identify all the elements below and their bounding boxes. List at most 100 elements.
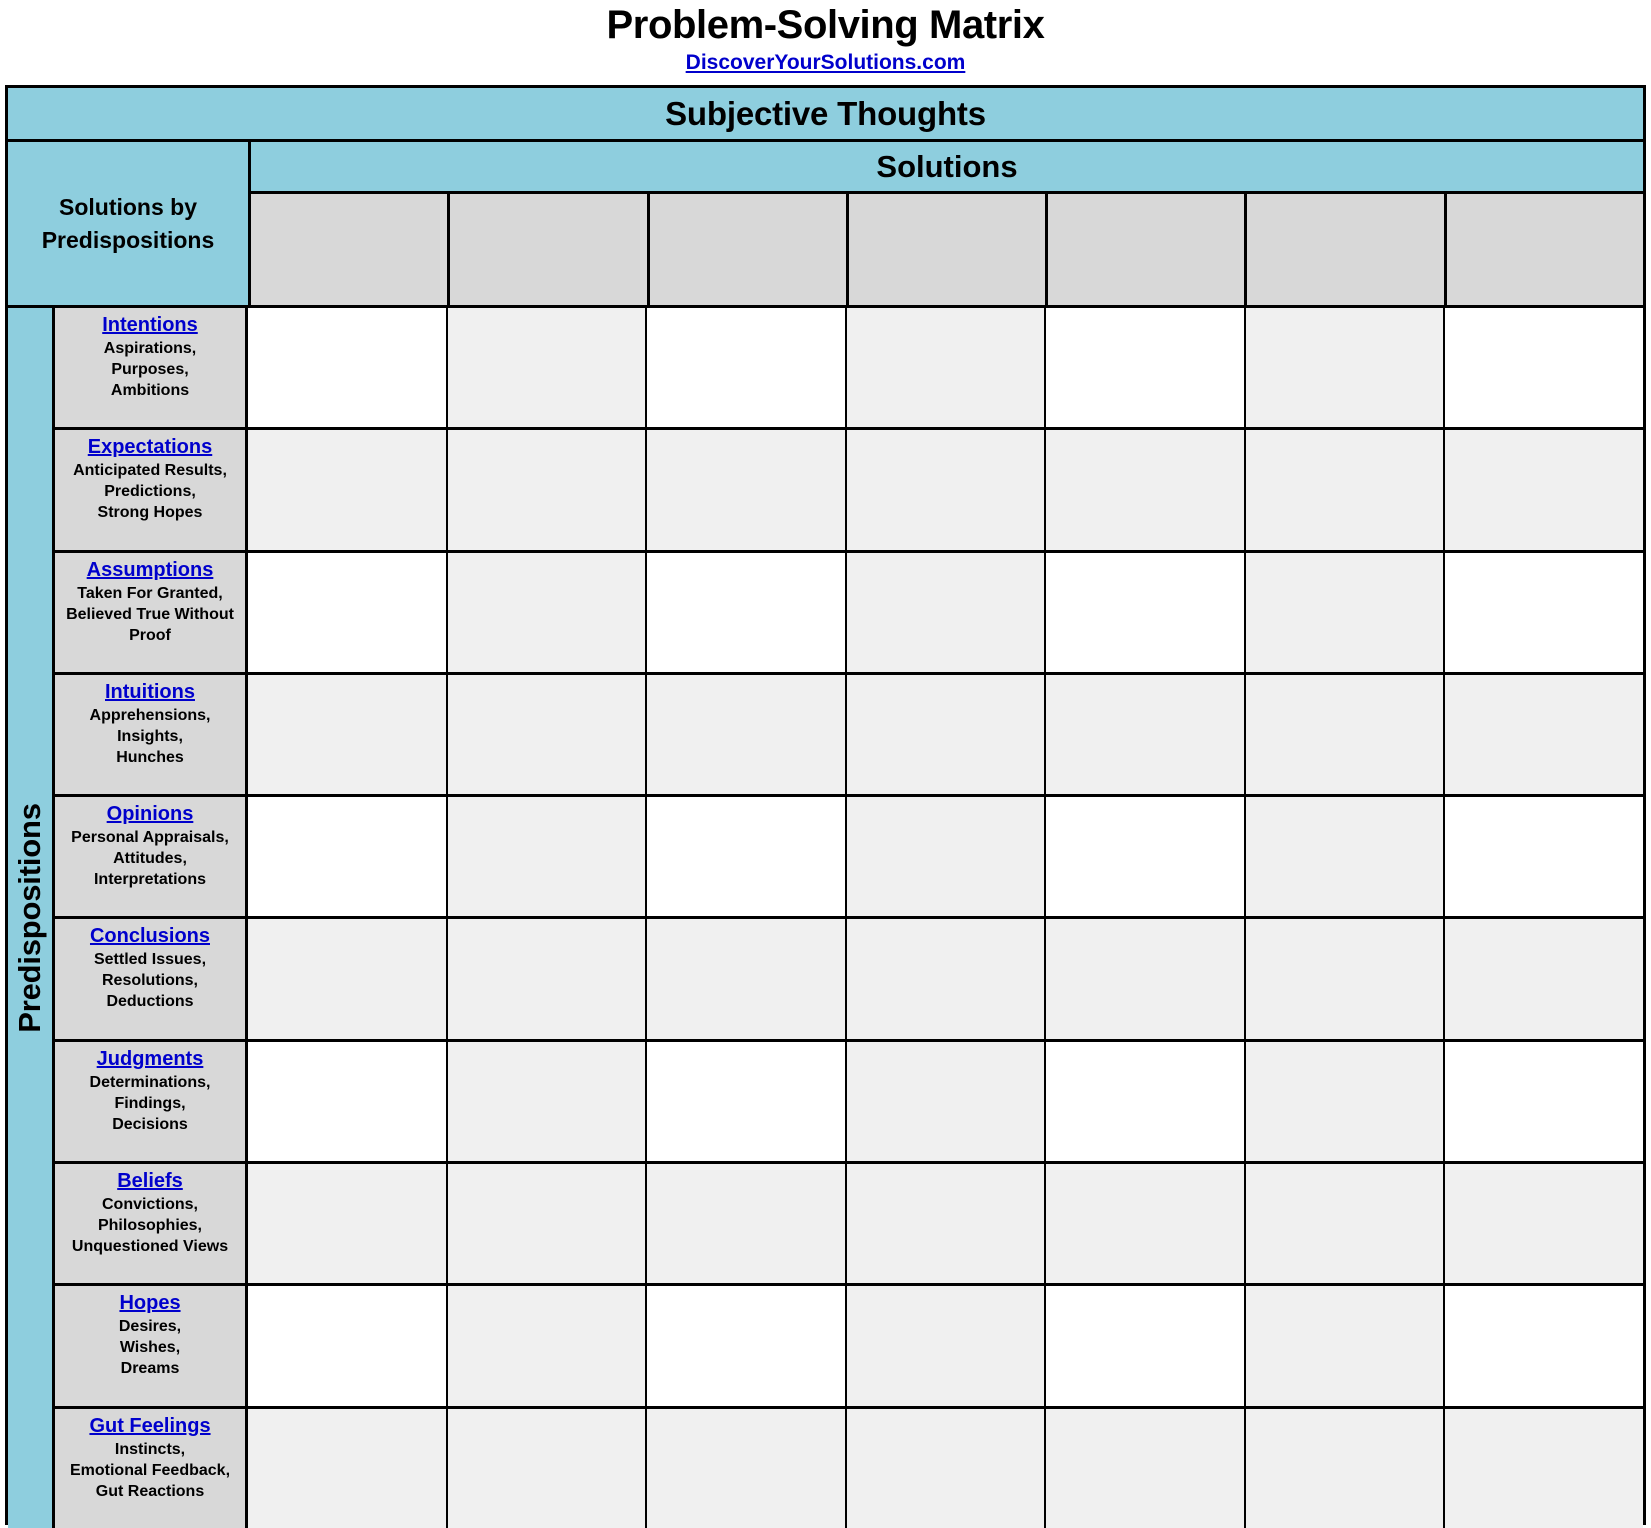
matrix-cell[interactable]: [846, 674, 1047, 795]
matrix-cell[interactable]: [447, 552, 648, 672]
column-header-cell[interactable]: [848, 194, 1049, 305]
matrix-cell[interactable]: [447, 919, 648, 1039]
matrix-cell[interactable]: [447, 1408, 648, 1528]
matrix-cell[interactable]: [1445, 1408, 1644, 1528]
matrix-cell[interactable]: [447, 430, 648, 550]
column-header-cell[interactable]: [1247, 194, 1447, 305]
row-term-link[interactable]: Conclusions: [58, 924, 242, 948]
matrix-cell[interactable]: [1445, 308, 1644, 428]
matrix-cell[interactable]: [1046, 1286, 1246, 1406]
matrix-cell[interactable]: [248, 797, 448, 917]
matrix-cell[interactable]: [846, 1164, 1047, 1284]
matrix-cell[interactable]: [447, 308, 648, 428]
matrix-cell[interactable]: [846, 1408, 1047, 1528]
matrix-cell[interactable]: [1445, 919, 1644, 1039]
row-description: Personal Appraisals, Attitudes, Interpre…: [71, 829, 229, 889]
matrix-cell[interactable]: [1046, 430, 1246, 550]
matrix-cell[interactable]: [1245, 1408, 1446, 1528]
row-term-link[interactable]: Beliefs: [58, 1169, 242, 1193]
row-label-beliefs: Beliefs Convictions, Philosophies, Unques…: [55, 1164, 248, 1284]
matrix-cell[interactable]: [447, 1164, 648, 1284]
matrix-cell[interactable]: [846, 308, 1047, 428]
matrix-cell[interactable]: [447, 797, 648, 917]
row-term-link[interactable]: Assumptions: [58, 558, 242, 582]
matrix-cell[interactable]: [248, 1408, 448, 1528]
matrix-cell[interactable]: [1046, 308, 1246, 428]
column-header-cell[interactable]: [450, 194, 650, 305]
banner-title: Subjective Thoughts: [665, 94, 986, 132]
row-term-link[interactable]: Opinions: [58, 802, 242, 826]
matrix-cell[interactable]: [846, 1041, 1047, 1162]
matrix-cell[interactable]: [846, 919, 1047, 1039]
matrix-cell[interactable]: [447, 674, 648, 795]
matrix-cell[interactable]: [1445, 1041, 1644, 1162]
column-header-cell[interactable]: [251, 194, 451, 305]
row-axis-spine: Predispositions: [8, 308, 55, 1528]
row-cells: [248, 430, 1644, 550]
matrix-cell[interactable]: [248, 308, 448, 428]
column-header-cell[interactable]: [649, 194, 849, 305]
matrix-cell[interactable]: [1445, 430, 1644, 550]
matrix-cell[interactable]: [1445, 1286, 1644, 1406]
matrix-cell[interactable]: [1245, 308, 1446, 428]
matrix-cell[interactable]: [1445, 1164, 1644, 1284]
matrix-cell[interactable]: [1445, 552, 1644, 672]
matrix-cell[interactable]: [1046, 552, 1246, 672]
website-link[interactable]: DiscoverYourSolutions.com: [686, 50, 966, 75]
matrix-cell[interactable]: [1245, 430, 1446, 550]
matrix-cell[interactable]: [447, 1041, 648, 1162]
row-term-link[interactable]: Intentions: [58, 313, 242, 337]
matrix-cell[interactable]: [248, 919, 448, 1039]
matrix-cell[interactable]: [647, 674, 847, 795]
matrix-cell[interactable]: [1245, 1041, 1446, 1162]
row-cells: [248, 1164, 1644, 1284]
matrix-cell[interactable]: [1046, 919, 1246, 1039]
matrix-cell[interactable]: [1245, 1164, 1446, 1284]
matrix-cell[interactable]: [647, 1164, 847, 1284]
row-term-link[interactable]: Gut Feelings: [58, 1414, 242, 1438]
matrix-cell[interactable]: [1046, 1408, 1246, 1528]
column-header-cell[interactable]: [1048, 194, 1248, 305]
row-cells: [248, 797, 1644, 917]
matrix-cell[interactable]: [1445, 797, 1644, 917]
matrix-cell[interactable]: [1245, 919, 1446, 1039]
matrix-cell[interactable]: [248, 674, 448, 795]
matrix-cell[interactable]: [248, 552, 448, 672]
matrix-cell[interactable]: [1245, 552, 1446, 672]
matrix-cell[interactable]: [647, 430, 847, 550]
matrix-cell[interactable]: [647, 552, 847, 672]
matrix-row: Gut Feelings Instincts, Emotional Feedbac…: [55, 1408, 1644, 1528]
row-term-link[interactable]: Expectations: [58, 435, 242, 459]
matrix-cell[interactable]: [647, 919, 847, 1039]
matrix-cell[interactable]: [248, 1041, 448, 1162]
matrix-cell[interactable]: [1046, 1041, 1246, 1162]
matrix-cell[interactable]: [846, 430, 1047, 550]
matrix-cell[interactable]: [647, 1286, 847, 1406]
matrix-row: Expectations Anticipated Results, Predict…: [55, 430, 1644, 553]
matrix-cell[interactable]: [1245, 797, 1446, 917]
matrix-cell[interactable]: [1046, 1164, 1246, 1284]
matrix-cell[interactable]: [647, 1041, 847, 1162]
columns-header-group: Solutions: [251, 142, 1643, 305]
column-header-cell[interactable]: [1446, 194, 1643, 305]
matrix-cell[interactable]: [1445, 674, 1644, 795]
matrix-cell[interactable]: [248, 430, 448, 550]
matrix-cell[interactable]: [1046, 797, 1246, 917]
matrix-cell[interactable]: [248, 1164, 448, 1284]
matrix-cell[interactable]: [248, 1286, 448, 1406]
matrix-cell[interactable]: [1245, 1286, 1446, 1406]
row-label-assumptions: Assumptions Taken For Granted, Believed T…: [55, 552, 248, 672]
row-term-link[interactable]: Intuitions: [58, 680, 242, 704]
matrix-cell[interactable]: [647, 308, 847, 428]
corner-label: Solutions by Predispositions: [8, 142, 251, 305]
matrix-cell[interactable]: [846, 552, 1047, 672]
matrix-cell[interactable]: [647, 1408, 847, 1528]
row-term-link[interactable]: Hopes: [58, 1291, 242, 1315]
row-term-link[interactable]: Judgments: [58, 1047, 242, 1071]
matrix-cell[interactable]: [846, 1286, 1047, 1406]
matrix-cell[interactable]: [846, 797, 1047, 917]
matrix-cell[interactable]: [1046, 674, 1246, 795]
matrix-cell[interactable]: [647, 797, 847, 917]
matrix-cell[interactable]: [447, 1286, 648, 1406]
matrix-cell[interactable]: [1245, 674, 1446, 795]
